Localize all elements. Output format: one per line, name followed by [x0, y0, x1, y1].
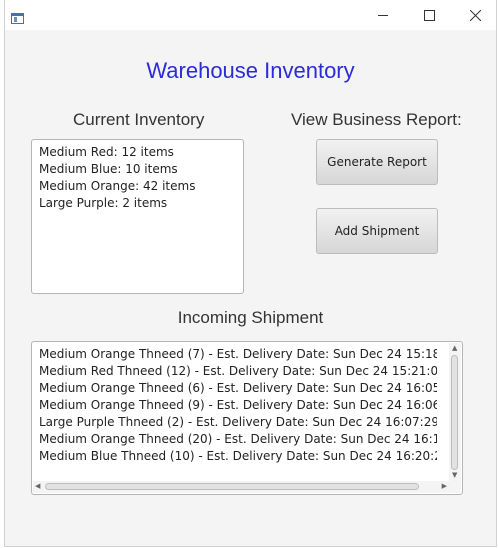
- list-item[interactable]: Large Purple Thneed (2) - Est. Delivery …: [32, 414, 437, 431]
- list-item[interactable]: Medium Orange: 42 items: [32, 178, 243, 195]
- shipment-list[interactable]: Medium Orange Thneed (7) - Est. Delivery…: [31, 341, 463, 495]
- generate-report-button[interactable]: Generate Report: [316, 139, 438, 185]
- list-item[interactable]: Medium Blue Thneed (10) - Est. Delivery …: [32, 448, 437, 465]
- scroll-up-icon[interactable]: ▲: [452, 345, 457, 352]
- list-item[interactable]: Medium Red: 12 items: [32, 144, 243, 161]
- shipment-heading: Incoming Shipment: [177, 308, 324, 327]
- minimize-icon: [377, 10, 389, 21]
- list-item[interactable]: Medium Orange Thneed (20) - Est. Deliver…: [32, 431, 437, 448]
- close-button[interactable]: [452, 0, 498, 30]
- horizontal-scrollbar[interactable]: ◀ ▶: [33, 481, 449, 493]
- title-bar: [5, 0, 496, 30]
- vertical-scroll-thumb[interactable]: [451, 355, 458, 470]
- scroll-down-icon[interactable]: ▼: [452, 472, 457, 479]
- list-item[interactable]: Medium Orange Thneed (9) - Est. Delivery…: [32, 397, 437, 414]
- app-window-icon: [11, 9, 24, 24]
- vertical-scrollbar[interactable]: ▲ ▼: [449, 343, 461, 481]
- inventory-heading: Current Inventory: [73, 110, 205, 129]
- list-item[interactable]: Large Purple: 2 items: [32, 195, 243, 212]
- list-item[interactable]: Medium Red Thneed (12) - Est. Delivery D…: [32, 363, 437, 380]
- scroll-right-icon[interactable]: ▶: [442, 483, 447, 490]
- list-item[interactable]: Medium Blue: 10 items: [32, 161, 243, 178]
- list-item[interactable]: Medium Orange Thneed (6) - Est. Delivery…: [32, 380, 437, 397]
- page-title: Warehouse Inventory: [146, 58, 355, 83]
- maximize-button[interactable]: [406, 0, 452, 30]
- report-heading: View Business Report:: [291, 110, 462, 129]
- horizontal-scroll-thumb[interactable]: [45, 483, 419, 490]
- close-icon: [469, 9, 481, 21]
- scroll-left-icon[interactable]: ◀: [35, 483, 40, 490]
- maximize-icon: [423, 9, 435, 21]
- list-item[interactable]: Medium Orange Thneed (7) - Est. Delivery…: [32, 346, 437, 363]
- inventory-list[interactable]: Medium Red: 12 items Medium Blue: 10 ite…: [31, 139, 244, 294]
- add-shipment-button[interactable]: Add Shipment: [316, 208, 438, 254]
- app-window: Warehouse Inventory Current Inventory Vi…: [4, 0, 497, 547]
- scroll-corner: [449, 481, 461, 493]
- minimize-button[interactable]: [360, 0, 406, 30]
